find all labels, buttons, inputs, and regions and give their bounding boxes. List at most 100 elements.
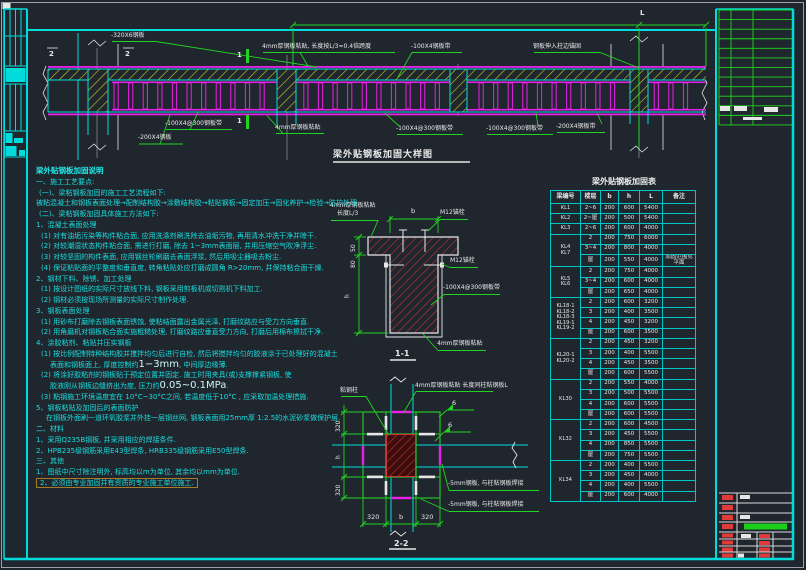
table-cell: 800 <box>619 244 640 254</box>
table-cell: 550 <box>619 254 640 267</box>
table-cell: 屋 <box>581 450 601 460</box>
note-line: 胶液刚从钢板边缝挤出为度, 压力约0.05~0.1MPa. <box>36 381 576 392</box>
label-plate-320x6: -320X6钢板 <box>111 33 145 40</box>
d2-label-plate5-b: -5mm钢板, 与柱粘钢板焊接 <box>448 502 524 509</box>
table-cell: 650 <box>619 287 640 297</box>
d2-title: 2-2 <box>394 539 408 548</box>
table-cell <box>663 328 696 338</box>
table-cell: 450 <box>619 338 640 348</box>
beam-id-cell: KL4KL7 <box>551 234 581 267</box>
table-cell: 2 <box>581 298 601 308</box>
table-cell: 5500 <box>640 450 663 460</box>
title-block <box>719 10 792 558</box>
table-header-cell: h <box>619 191 640 204</box>
table-cell: 4 <box>581 359 601 369</box>
table-cell <box>663 234 696 244</box>
table-cell: 5500 <box>640 481 663 491</box>
table-row: KL32~62006004000 <box>551 224 696 234</box>
table-header-row: 梁编号楼层bhL备注 <box>551 191 696 204</box>
table-cell: 500 <box>619 214 640 224</box>
table-cell: 4500 <box>640 420 663 430</box>
table-cell: 200 <box>601 204 619 214</box>
table-cell: 3 <box>581 308 601 318</box>
title-block-green-bar <box>744 524 787 530</box>
table-cell: 600 <box>619 491 640 501</box>
table-cell: 5500 <box>640 440 663 450</box>
table-cell <box>663 491 696 501</box>
table-cell <box>663 481 696 491</box>
table-row: KL12~62006005400 <box>551 204 696 214</box>
table-cell: 200 <box>601 450 619 460</box>
selected-note[interactable]: 2、必须由专业加固并有资质的专业施工单位施工. <box>36 478 198 488</box>
table-cell: 4000 <box>640 471 663 481</box>
d2-dim-b-bottom: b <box>399 514 403 521</box>
beam-id-cell: KL30 <box>551 379 581 420</box>
table-cell: 5500 <box>640 430 663 440</box>
table-cell: 3200 <box>640 298 663 308</box>
note-line: (2) 钢材必须按现场所测量的实际尺寸制作处理. <box>36 295 576 306</box>
note-line: 三、其他 <box>36 456 576 467</box>
table-cell: 400 <box>619 461 640 471</box>
table-cell: 3~4 <box>581 277 601 287</box>
table-cell <box>663 308 696 318</box>
table-cell <box>663 369 696 379</box>
note-line: (二)、梁粘钢板加固具体施工方法如下: <box>36 209 576 220</box>
table-cell: 850 <box>619 440 640 450</box>
table-header-cell: b <box>601 191 619 204</box>
label-anchor-note: 钢板伸入柱边锚固 <box>533 44 581 51</box>
section-mark-2-right: 2 <box>125 50 130 58</box>
table-cell: 200 <box>601 338 619 348</box>
table-cell: 2~6 <box>581 204 601 214</box>
beam-id-cell: KL32 <box>551 420 581 461</box>
table-header-cell: L <box>640 191 663 204</box>
label-strap-300-a: -100X4@300钢板带 <box>165 121 222 128</box>
note-line: 5、钢板粘贴及加固后的表面防护 <box>36 403 576 414</box>
table-cell: 200 <box>601 481 619 491</box>
table-cell <box>663 440 696 450</box>
note-line: 被粘混凝土和钢板表面处理→配制结构胶→涂敷结构胶→粘贴钢板→固定加压→固化养护→… <box>36 198 576 209</box>
beam-id-cell: KL20-1KL20-2 <box>551 338 581 379</box>
table-cell: 2 <box>581 234 601 244</box>
table-cell: 200 <box>601 308 619 318</box>
table-title: 梁外贴钢板加固表 <box>550 176 698 187</box>
table-cell: 600 <box>619 399 640 409</box>
table-cell: 200 <box>601 234 619 244</box>
table-cell: 屋 <box>581 410 601 420</box>
beam-id-cell: KL34 <box>551 461 581 502</box>
note-line: 4、涂胶粘剂、粘贴并压实钢板 <box>36 338 576 349</box>
table-cell: 200 <box>601 430 619 440</box>
label-strap-300-b: -100X4@300钢板带 <box>396 126 453 133</box>
note-line: (2) 对较潮湿状态构件粘合面, 需进行打磨, 除去 1~3mm表面层, 并用压… <box>36 241 576 252</box>
note-line: 在钢板外面刷一道环氧胶浆并外挂一层钢丝网, 钢板表面用25mm厚 1:2.5的水… <box>36 413 576 424</box>
note-line: (4) 保证粘贴面的平整度和垂直度, 转角粘贴处应打磨成圆角 R>20mm, 并… <box>36 263 576 274</box>
table-cell: 600 <box>619 328 640 338</box>
note-line: 表面和钢板面上, 厚度控制约1−3mm, 中间厚边缘薄. <box>36 360 576 371</box>
label-plate-200x4-right: -200X4钢板带 <box>556 124 596 131</box>
table-cell: 2 <box>581 461 601 471</box>
table-cell: 200 <box>601 491 619 501</box>
table-cell: 2~屋 <box>581 214 601 224</box>
table-cell: 4 <box>581 399 601 409</box>
table-cell <box>663 298 696 308</box>
table-cell: 200 <box>601 328 619 338</box>
table-cell: 200 <box>601 461 619 471</box>
table-header-cell: 梁编号 <box>551 191 581 204</box>
table-cell: 3 <box>581 348 601 358</box>
note-line: 1、混凝土表面处理 <box>36 220 576 231</box>
table-cell <box>663 204 696 214</box>
table-cell <box>663 420 696 430</box>
table-cell: 4 <box>581 318 601 328</box>
table-row: KL3022005504000 <box>551 379 696 389</box>
label-strap-300-c: -100X4@300钢板带 <box>486 126 543 133</box>
table-cell: 200 <box>601 379 619 389</box>
table-cell: 200 <box>601 224 619 234</box>
note-line: 2、钢材下料、除锈、加工处理 <box>36 274 576 285</box>
table-cell: 4 <box>581 481 601 491</box>
table-cell: 200 <box>601 420 619 430</box>
beam-id-cell: KL1 <box>551 204 581 214</box>
table-header-cell: 备注 <box>663 191 696 204</box>
table-cell: 200 <box>601 277 619 287</box>
table-cell: 5400 <box>640 214 663 224</box>
table-cell: 3500 <box>640 308 663 318</box>
table-cell: 750 <box>619 234 640 244</box>
